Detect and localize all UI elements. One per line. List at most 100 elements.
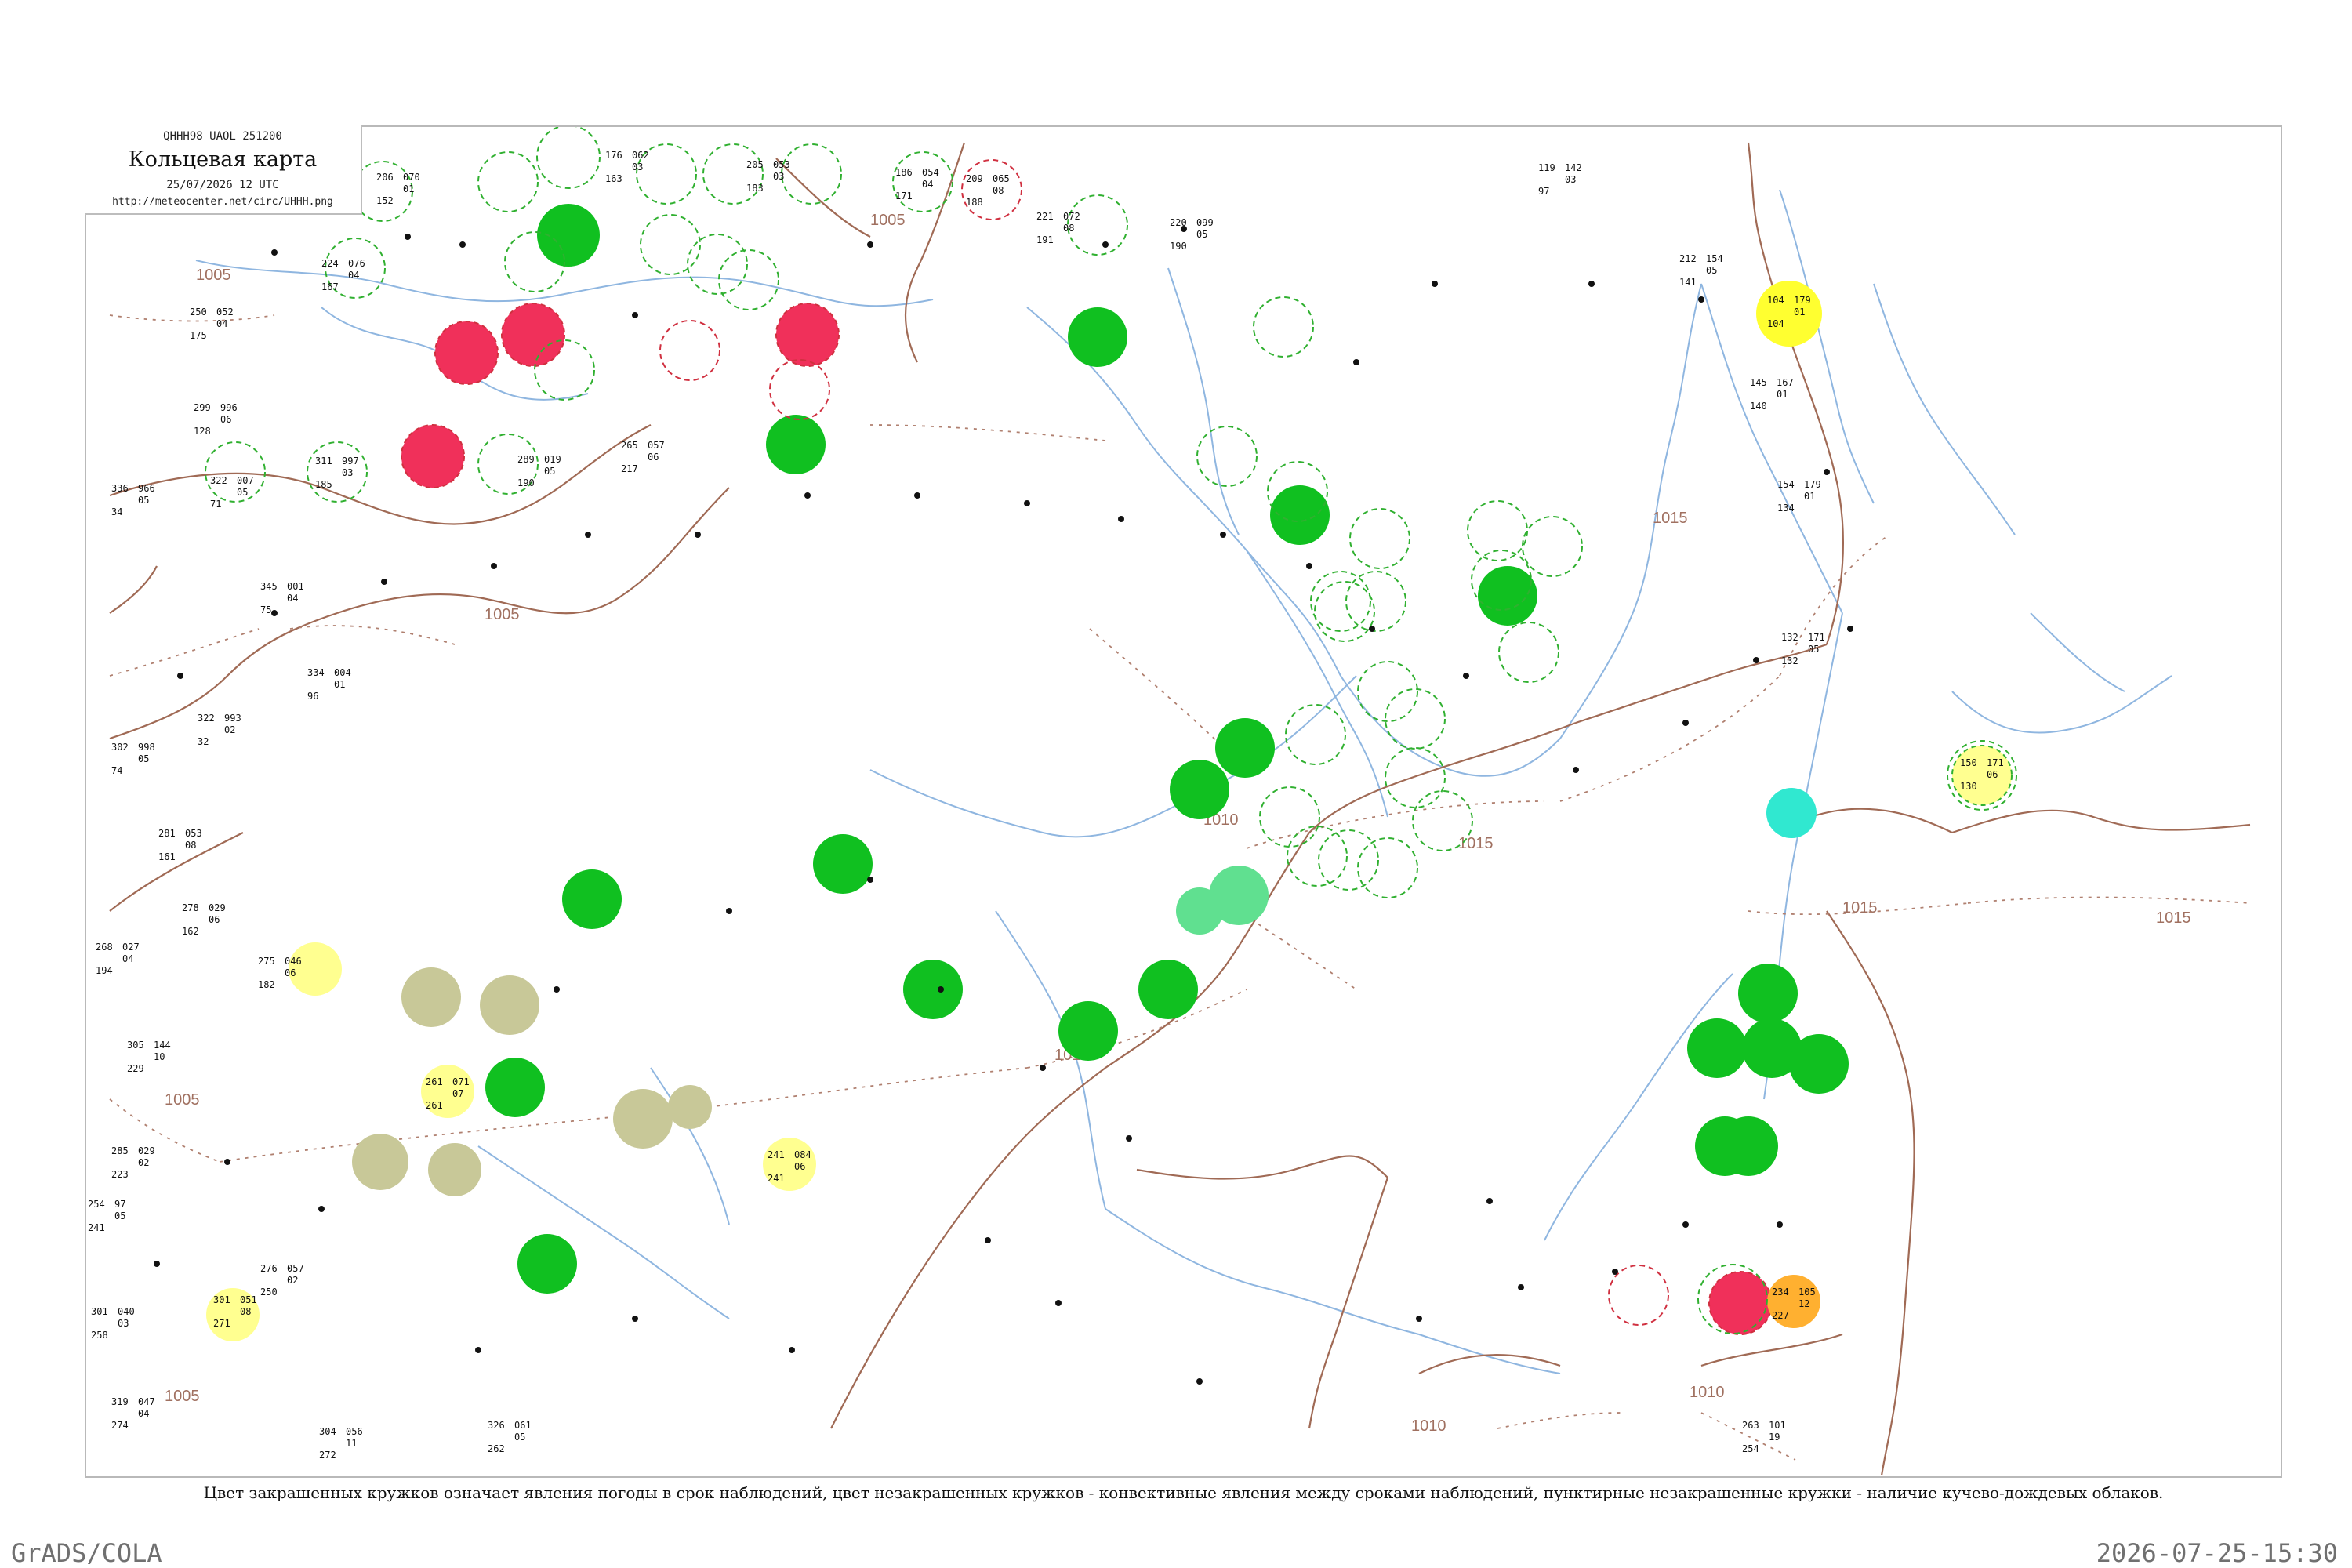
station-dew: 274	[111, 1420, 129, 1431]
weather-map: 1005 1005 1005 1005 1005 1010 1010 1010 …	[88, 127, 2251, 1476]
station-dew: 241	[768, 1173, 785, 1184]
station-dew: 132	[1781, 655, 1798, 666]
station-tend: 04	[122, 953, 133, 964]
station-tend: 01	[334, 679, 345, 690]
haze-circle	[613, 1089, 673, 1149]
isobar-label: 1005	[165, 1388, 200, 1405]
station-dew: 74	[111, 765, 122, 776]
station-temp: 224	[321, 258, 339, 269]
station-press: 047	[138, 1396, 155, 1407]
station-dew: 71	[210, 499, 221, 510]
rain-circle	[1789, 1034, 1849, 1094]
station-temp: 212	[1679, 253, 1697, 264]
station-tend: 04	[216, 318, 227, 329]
station-temp: 241	[768, 1149, 785, 1160]
station-plot: 268 194 027 04	[96, 942, 140, 976]
station-temp: 278	[182, 902, 199, 913]
map-date: 25/07/2026 12 UTC	[166, 179, 279, 191]
thunderstorm-circle	[775, 303, 840, 367]
station-plot: 305 229 144 10	[127, 1040, 171, 1074]
rain-circle	[1687, 1018, 1747, 1078]
station-tend: 01	[1804, 491, 1815, 502]
station-press: 171	[1808, 632, 1825, 643]
station-temp: 265	[621, 440, 638, 451]
station-dew: 152	[376, 195, 394, 206]
station-dew: 258	[91, 1330, 108, 1341]
station-tend: 08	[1063, 223, 1074, 234]
station-press: 004	[334, 667, 351, 678]
station-tend: 08	[240, 1306, 251, 1317]
station-press: 071	[452, 1076, 470, 1087]
station-plot: 276 250 057 02	[260, 1263, 304, 1298]
station-plot: 254 241 97 05	[88, 1199, 125, 1233]
station-temp: 322	[210, 475, 227, 486]
station-tend: 06	[648, 452, 659, 463]
station-tend: 08	[185, 840, 196, 851]
station-plot: 205 183 053 03	[746, 159, 790, 194]
station-dew: 104	[1767, 318, 1784, 329]
footer-software: GrADS/COLA	[11, 1538, 162, 1568]
rain-circle	[562, 869, 622, 929]
station-press: 065	[993, 173, 1010, 184]
station-temp: 220	[1170, 217, 1187, 228]
station-press: 052	[216, 307, 234, 318]
station-press: 054	[922, 167, 939, 178]
station-tend: 05	[544, 466, 555, 477]
station-temp: 302	[111, 742, 129, 753]
station-dew: 223	[111, 1169, 129, 1180]
station-dew: 185	[315, 479, 332, 490]
station-plot: 299 128 996 06	[194, 402, 238, 437]
station-dew: 128	[194, 426, 211, 437]
station-dew: 32	[198, 736, 209, 747]
station-temp: 326	[488, 1420, 505, 1431]
station-dew: 97	[1538, 186, 1549, 197]
station-temp: 209	[966, 173, 983, 184]
station-dew: 141	[1679, 277, 1697, 288]
isobar-label: 1010	[1690, 1384, 1725, 1401]
rain-circle	[1058, 1001, 1118, 1061]
station-temp: 261	[426, 1076, 443, 1087]
station-tend: 01	[1777, 389, 1788, 400]
station-temp: 268	[96, 942, 113, 953]
station-temp: 334	[307, 667, 325, 678]
station-plots: 206 152 070 01 176 163 062 03 205 183 05…	[88, 150, 2004, 1461]
station-dew: 167	[321, 281, 339, 292]
station-dew: 96	[307, 691, 318, 702]
station-temp: 285	[111, 1145, 129, 1156]
station-temp: 305	[127, 1040, 144, 1051]
station-press: 171	[1987, 757, 2004, 768]
isobar-label: 1005	[165, 1091, 200, 1109]
station-dew: 188	[966, 197, 983, 208]
station-press: 105	[1798, 1287, 1816, 1298]
mist-circle	[1951, 745, 2013, 806]
map-header: QHHH98 UAOL 251200 Кольцевая карта 25/07…	[85, 125, 362, 215]
station-plot: 209 188 065 08	[966, 173, 1010, 208]
station-temp: 276	[260, 1263, 278, 1274]
station-dew: 191	[1036, 234, 1054, 245]
station-press: 099	[1196, 217, 1214, 228]
station-press: 084	[794, 1149, 811, 1160]
station-dew: 262	[488, 1443, 505, 1454]
station-dew: 217	[621, 463, 638, 474]
station-temp: 322	[198, 713, 215, 724]
legend-caption: Цвет закрашенных кружков означает явлени…	[203, 1483, 2164, 1502]
station-temp: 205	[746, 159, 764, 170]
station-press: 046	[285, 956, 302, 967]
isobar-label: 1015	[2156, 909, 2191, 927]
station-press: 179	[1794, 295, 1811, 306]
rain-circle	[1738, 964, 1798, 1023]
phenomena-circles	[206, 204, 2013, 1341]
station-temp: 289	[517, 454, 535, 465]
station-dew: 261	[426, 1100, 443, 1111]
station-temp: 132	[1781, 632, 1798, 643]
station-plot: 212 141 154 05	[1679, 253, 1723, 288]
station-tend: 05	[1196, 229, 1207, 240]
station-press: 007	[237, 475, 254, 486]
station-tend: 03	[118, 1318, 129, 1329]
station-press: 029	[209, 902, 226, 913]
station-plot: 220 190 099 05	[1170, 217, 1214, 252]
fog-circle	[1756, 281, 1822, 347]
station-tend: 05	[514, 1432, 525, 1443]
station-plot: 334 96 004 01	[307, 667, 351, 702]
station-plot: 322 32 993 02	[198, 713, 241, 747]
